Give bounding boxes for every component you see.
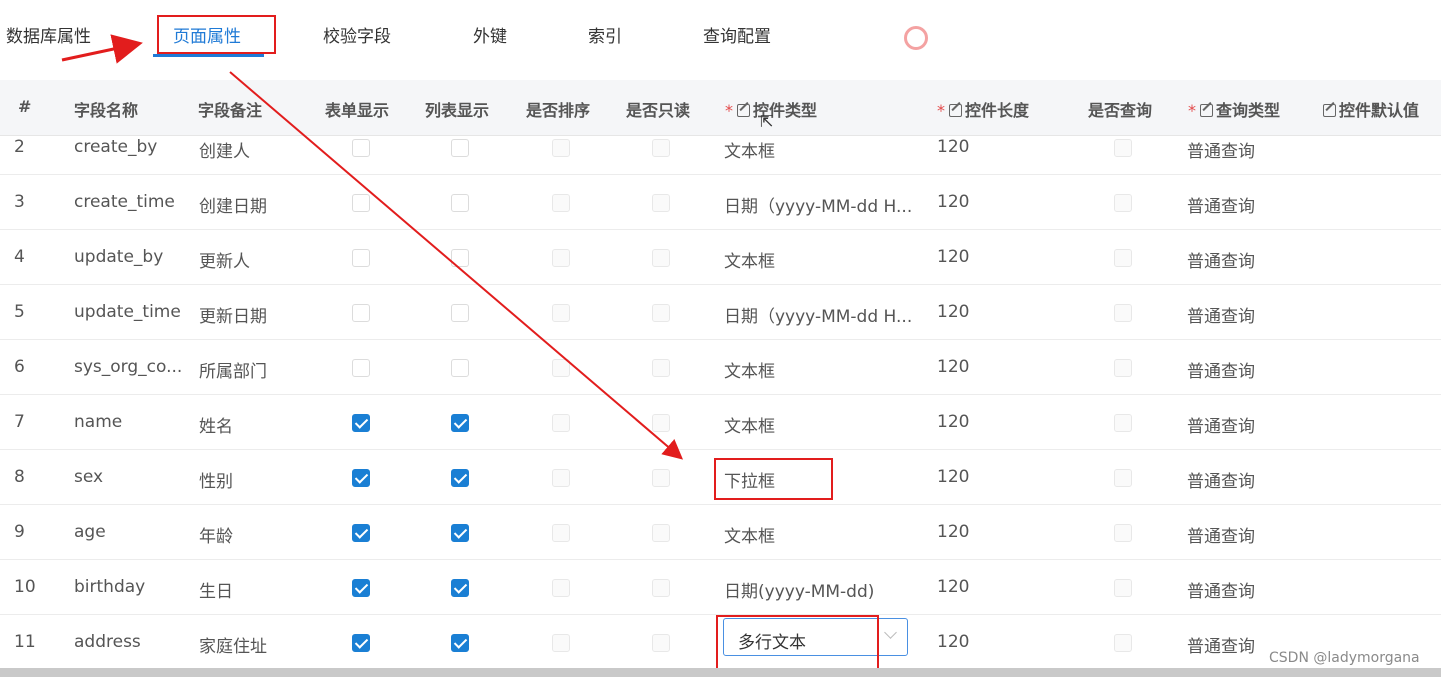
horizontal-scrollbar[interactable] bbox=[0, 668, 1441, 677]
annotation-arrows bbox=[61, 34, 684, 460]
arrow-to-dropdown bbox=[229, 71, 684, 460]
arrow-to-tab bbox=[61, 34, 143, 64]
watermark: CSDN @ladymorgana bbox=[1269, 650, 1420, 666]
